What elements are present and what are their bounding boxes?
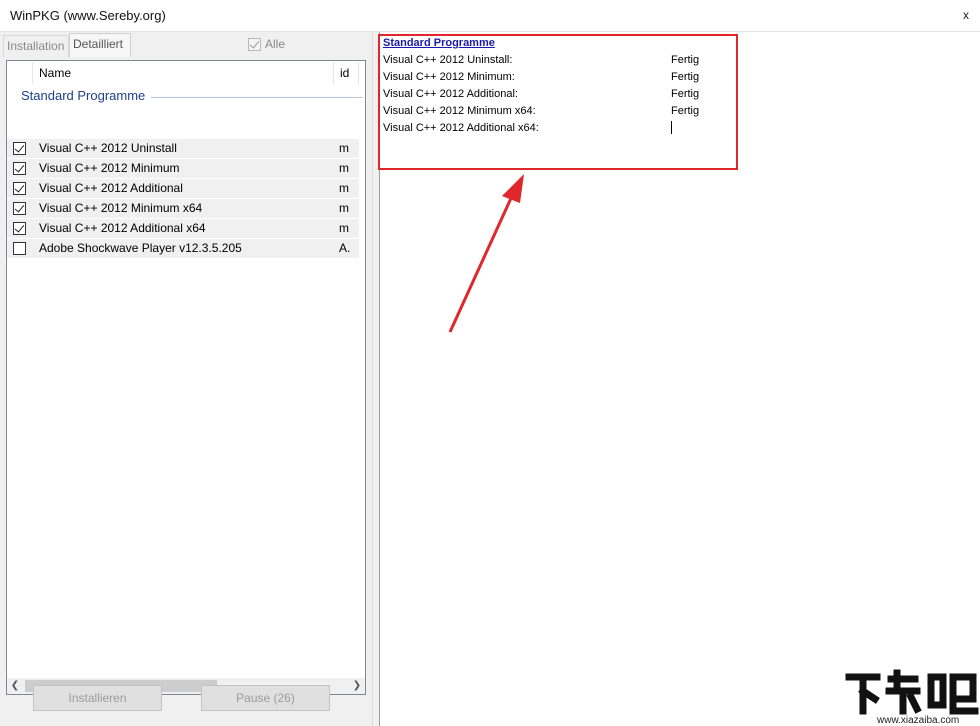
watermark-logo-icon: www.xiazaiba.com — [845, 669, 979, 726]
close-button[interactable]: x — [954, 2, 978, 28]
column-header-name[interactable]: Name — [39, 61, 71, 85]
row-id: A. — [339, 241, 351, 255]
row-id: m — [339, 201, 349, 215]
row-checkbox[interactable] — [13, 142, 26, 155]
row-id: m — [339, 181, 349, 195]
alle-label: Alle — [265, 37, 286, 51]
tab-detailliert[interactable]: Detailliert — [69, 33, 131, 57]
list-item[interactable]: Visual C++ 2012 Uninstall m — [7, 139, 359, 158]
left-pane: Installation Detailliert Alle Name id St… — [0, 32, 372, 726]
title-bar: WinPKG (www.Sereby.org) x — [0, 0, 980, 32]
scroll-left-icon[interactable]: ❮ — [7, 678, 23, 694]
package-list[interactable]: Name id Standard Programme Visual C++ 20… — [6, 60, 366, 695]
annotation-highlight-box — [378, 34, 738, 170]
tab-installation[interactable]: Installation — [3, 35, 69, 57]
list-item[interactable]: Visual C++ 2012 Additional m — [7, 179, 359, 198]
install-button[interactable]: Installieren — [33, 685, 162, 711]
row-id: m — [339, 161, 349, 175]
row-name: Visual C++ 2012 Uninstall — [39, 141, 177, 155]
watermark-logo: www.xiazaiba.com — [843, 669, 980, 726]
row-checkbox[interactable] — [13, 162, 26, 175]
alle-checkbox[interactable]: Alle — [248, 36, 285, 52]
list-item[interactable]: Visual C++ 2012 Additional x64 m — [7, 219, 359, 238]
alle-check-icon — [248, 37, 261, 51]
row-name: Adobe Shockwave Player v12.3.5.205 — [39, 241, 242, 255]
row-checkbox[interactable] — [13, 242, 26, 255]
column-divider[interactable] — [358, 62, 359, 84]
group-divider — [151, 97, 363, 98]
row-checkbox[interactable] — [13, 222, 26, 235]
list-item[interactable]: Visual C++ 2012 Minimum x64 m — [7, 199, 359, 218]
row-id: m — [339, 221, 349, 235]
row-name: Visual C++ 2012 Minimum x64 — [39, 201, 203, 215]
column-divider[interactable] — [333, 62, 334, 84]
row-name: Visual C++ 2012 Minimum — [39, 161, 180, 175]
row-name: Visual C++ 2012 Additional x64 — [39, 221, 206, 235]
column-header-id[interactable]: id — [340, 61, 349, 85]
row-checkbox[interactable] — [13, 202, 26, 215]
row-name: Visual C++ 2012 Additional — [39, 181, 183, 195]
svg-text:www.xiazaiba.com: www.xiazaiba.com — [876, 715, 959, 726]
row-checkbox[interactable] — [13, 182, 26, 195]
column-divider[interactable] — [32, 62, 33, 84]
list-header: Name id — [7, 61, 365, 85]
pause-button[interactable]: Pause (26) — [201, 685, 330, 711]
row-id: m — [339, 141, 349, 155]
list-item[interactable]: Visual C++ 2012 Minimum m — [7, 159, 359, 178]
window-title: WinPKG (www.Sereby.org) — [10, 8, 166, 23]
scroll-right-icon[interactable]: ❯ — [349, 678, 365, 694]
list-item[interactable]: Adobe Shockwave Player v12.3.5.205 A. — [7, 239, 359, 258]
group-header[interactable]: Standard Programme — [21, 88, 145, 103]
annotation-arrow-icon — [448, 174, 524, 333]
